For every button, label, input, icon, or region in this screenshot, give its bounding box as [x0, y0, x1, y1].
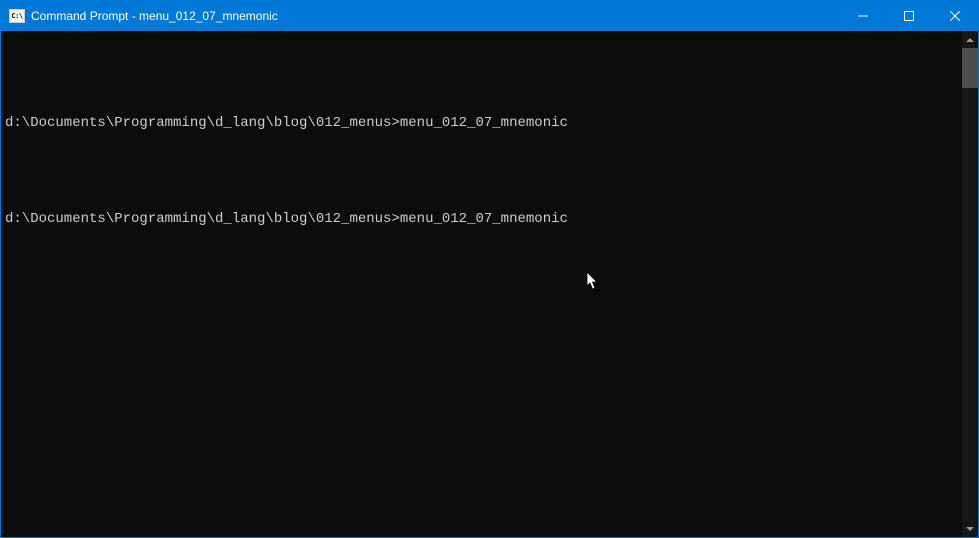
window-controls	[840, 1, 978, 31]
terminal-line	[5, 163, 958, 179]
scroll-up-button[interactable]	[962, 31, 978, 48]
chevron-down-icon	[966, 527, 974, 531]
client-area: d:\Documents\Programming\d_lang\blog\012…	[1, 31, 978, 537]
terminal-output[interactable]: d:\Documents\Programming\d_lang\blog\012…	[1, 31, 962, 537]
app-icon-label: C:\	[11, 13, 22, 20]
terminal-line	[5, 67, 958, 83]
window-title: Command Prompt - menu_012_07_mnemonic	[31, 9, 278, 23]
scroll-thumb[interactable]	[962, 48, 978, 88]
titlebar[interactable]: C:\ Command Prompt - menu_012_07_mnemoni…	[1, 1, 978, 31]
maximize-icon	[904, 11, 914, 21]
terminal-line: d:\Documents\Programming\d_lang\blog\012…	[5, 211, 958, 227]
minimize-icon	[858, 11, 868, 21]
close-button[interactable]	[932, 1, 978, 31]
app-icon[interactable]: C:\	[9, 9, 25, 23]
minimize-button[interactable]	[840, 1, 886, 31]
close-icon	[950, 11, 960, 21]
chevron-up-icon	[966, 38, 974, 42]
vertical-scrollbar[interactable]	[962, 31, 978, 537]
scroll-down-button[interactable]	[962, 520, 978, 537]
command-prompt-window: C:\ Command Prompt - menu_012_07_mnemoni…	[0, 0, 979, 538]
terminal-line: d:\Documents\Programming\d_lang\blog\012…	[5, 115, 958, 131]
maximize-button[interactable]	[886, 1, 932, 31]
